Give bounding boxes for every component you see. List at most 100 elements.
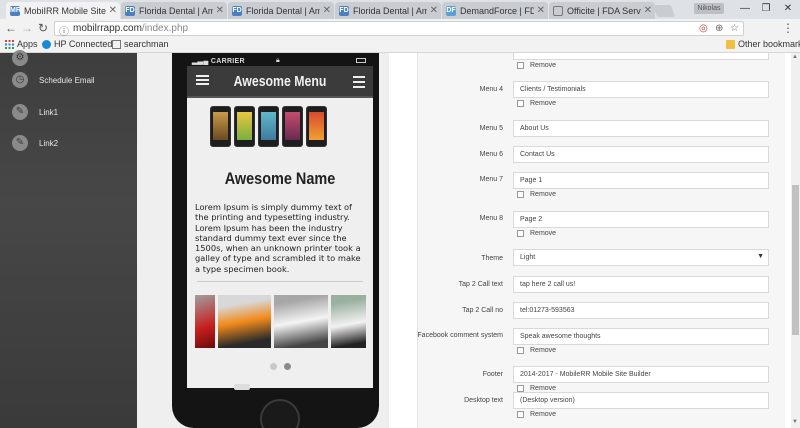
remove-label: Remove — [530, 385, 557, 392]
browser-tab-florida-dental[interactable]: FD Florida Dental | Amer ✕ — [121, 2, 227, 19]
carousel-dot-active[interactable] — [284, 363, 291, 370]
star-bookmark-icon[interactable]: ☆ — [730, 23, 739, 34]
browser-tab-mobirr[interactable]: MR MobiIRR Mobile Site B ✕ — [6, 2, 120, 19]
carrier-label: CARRIER — [210, 58, 245, 65]
field-label: Menu 4 — [479, 86, 503, 93]
white-suv-image[interactable] — [331, 295, 366, 348]
battery-icon — [356, 58, 366, 63]
footer-input[interactable]: 2014-2017 - MobileRR Mobile Site Builder — [513, 366, 769, 383]
florida-dental-favicon-icon: FD — [125, 5, 135, 16]
app-title: Awesome Menu — [233, 73, 327, 90]
close-icon[interactable]: ✕ — [109, 5, 117, 16]
bookmark-apps[interactable]: Apps — [5, 39, 38, 49]
tab-title: DemandForce | FDA Se — [460, 5, 534, 16]
close-icon[interactable]: ✕ — [430, 5, 438, 16]
back-arrow-icon[interactable]: ← — [4, 21, 18, 35]
wrench-icon: ✎ — [12, 135, 28, 151]
address-bar[interactable]: ⓘ mobilrrapp.com/index.php ◎ ⊕ ☆ — [54, 21, 744, 38]
sidebar-item-label: Link1 — [39, 107, 59, 117]
carousel-dot[interactable] — [270, 363, 277, 370]
bookmark-label: Other bookmarks — [738, 39, 800, 49]
bookmark-label: HP Connected — [54, 39, 113, 49]
field-label: Desktop text — [464, 397, 503, 404]
close-icon[interactable]: ✕ — [537, 5, 545, 16]
menu-7-input[interactable]: Page 1 — [513, 172, 769, 189]
scroll-down-icon[interactable]: ▼ — [792, 419, 798, 425]
wrench-icon: ✎ — [12, 104, 28, 120]
browser-tab-officite[interactable]: Officite | FDA Services ✕ — [549, 2, 655, 19]
theme-select[interactable]: Light ▼ — [513, 249, 769, 266]
close-icon[interactable]: ✕ — [323, 5, 331, 16]
menu-6-input[interactable]: Contact Us — [513, 146, 769, 163]
menu-5-input[interactable]: About Us — [513, 120, 769, 137]
app-header: Awesome Menu — [187, 66, 373, 98]
tab-title: Florida Dental | Amer — [139, 5, 213, 16]
remove-checkbox[interactable] — [517, 100, 524, 107]
sidebar-item-link1[interactable]: ✎ Link1 — [12, 104, 58, 120]
forward-arrow-icon[interactable]: → — [20, 21, 34, 35]
white-car-image[interactable] — [274, 295, 328, 348]
demandforce-favicon-icon: DF — [446, 5, 456, 16]
red-car-image[interactable] — [195, 295, 215, 348]
hp-logo-icon — [42, 39, 51, 49]
phone-thumbnail — [282, 106, 303, 147]
desktop-text-input[interactable]: (Desktop version) — [513, 392, 769, 409]
bookmarks-bar: Apps HP Connected searchman Other bookma… — [0, 38, 800, 53]
scroll-indicator — [234, 384, 250, 390]
bookmark-searchman[interactable]: searchman — [112, 39, 169, 49]
remove-checkbox[interactable] — [517, 385, 524, 392]
field-label: Tap 2 Call no — [462, 307, 503, 314]
scroll-up-icon[interactable]: ▲ — [792, 54, 798, 60]
window-close-icon[interactable]: ✕ — [774, 0, 800, 17]
apps-grid-icon — [5, 39, 14, 49]
info-icon[interactable]: ⓘ — [59, 23, 69, 38]
bookmark-hp-connected[interactable]: HP Connected — [42, 39, 112, 49]
field-label: Menu 6 — [479, 151, 503, 158]
remove-checkbox[interactable] — [517, 62, 524, 69]
field-label: Menu 5 — [479, 125, 503, 132]
other-bookmarks[interactable]: Other bookmarks — [726, 39, 800, 49]
scrollbar-thumb[interactable] — [792, 185, 799, 335]
sidebar-item-schedule-email[interactable]: ◷ Schedule Email — [12, 72, 95, 88]
remove-checkbox[interactable] — [517, 191, 524, 198]
zoom-icon[interactable]: ⊕ — [715, 23, 723, 34]
sidebar: ⚙ ◷ Schedule Email ✎ Link1 ✎ Link2 — [0, 50, 137, 428]
remove-checkbox[interactable] — [517, 230, 524, 237]
profile-button[interactable]: Nikolas — [694, 3, 724, 14]
sidebar-item-label: Schedule Email — [39, 75, 95, 85]
tab-title: Florida Dental | Amer — [353, 5, 427, 16]
phone-screen: Awesome Menu Awesome Name Lorem Ipsum is… — [187, 66, 373, 388]
reload-icon[interactable]: ↻ — [36, 21, 50, 35]
menu-4-input[interactable]: Clients / Testimonials — [513, 81, 769, 98]
address-toolbar: ← → ↻ ⓘ mobilrrapp.com/index.php ◎ ⊕ ☆ ⋮ — [0, 19, 800, 38]
facebook-comment-input[interactable]: Speak awesome thoughts — [513, 328, 769, 345]
menu-kebab-icon[interactable]: ⋮ — [782, 21, 794, 35]
extension-icon[interactable]: ◎ — [699, 23, 708, 34]
close-icon[interactable]: ✕ — [644, 5, 652, 16]
hamburger-icon[interactable] — [353, 76, 365, 91]
profile-name: Awesome Name — [224, 169, 336, 188]
tap-to-call-number-input[interactable]: tel:01273-593563 — [513, 302, 769, 319]
sidebar-item-link2[interactable]: ✎ Link2 — [12, 135, 58, 151]
phone-thumbnail — [234, 106, 255, 147]
tap-to-call-text-input[interactable]: tap here 2 call us! — [513, 276, 769, 293]
menu-3-field[interactable] — [513, 53, 769, 60]
tab-title: MobiIRR Mobile Site B — [24, 5, 106, 16]
sidebar-item-label: Link2 — [39, 138, 59, 148]
browser-tab-demandforce[interactable]: DF DemandForce | FDA Se ✕ — [442, 2, 548, 19]
browser-tab-florida-dental[interactable]: FD Florida Dental | Amer ✕ — [335, 2, 441, 19]
remove-checkbox[interactable] — [517, 411, 524, 418]
phone-thumbnail — [210, 106, 231, 147]
sidebar-item-settings[interactable]: ⚙ — [12, 50, 39, 66]
remove-checkbox[interactable] — [517, 347, 524, 354]
menu-8-input[interactable]: Page 2 — [513, 211, 769, 228]
clock-icon: ◷ — [12, 72, 28, 88]
orange-car-image[interactable] — [218, 295, 271, 348]
remove-label: Remove — [530, 411, 557, 418]
browser-tab-florida-dental[interactable]: FD Florida Dental | Amer ✕ — [228, 2, 334, 19]
close-icon[interactable]: ✕ — [216, 5, 224, 16]
image-icon — [112, 39, 121, 49]
remove-label: Remove — [530, 230, 557, 237]
new-tab-button[interactable] — [652, 5, 676, 17]
field-label: Facebook comment system — [417, 332, 503, 339]
